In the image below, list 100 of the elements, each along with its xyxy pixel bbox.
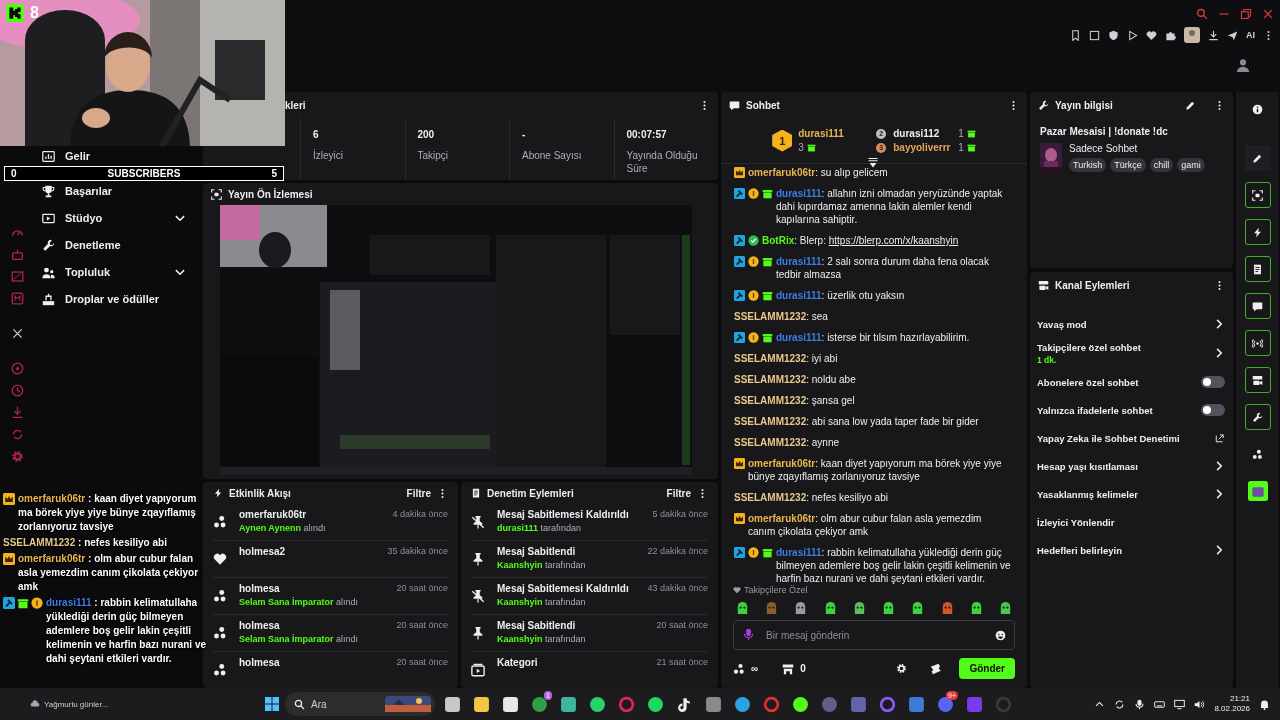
action-label[interactable]: Hesap yaşı kısıtlaması xyxy=(1037,460,1138,472)
chat-link[interactable]: https://blerp.com/x/kaanshyin xyxy=(828,235,959,246)
app-icon[interactable] xyxy=(647,695,664,713)
event-title: Mesaj Sabitlendi xyxy=(497,619,577,633)
nav-icon[interactable] xyxy=(10,384,24,397)
restore-icon[interactable] xyxy=(1240,8,1252,20)
nav-icon[interactable] xyxy=(10,248,24,261)
settings-icon[interactable] xyxy=(896,663,908,674)
app-icon[interactable] xyxy=(502,695,519,713)
avatar-icon[interactable] xyxy=(1184,27,1200,43)
close-icon[interactable] xyxy=(1262,8,1274,20)
bell-icon[interactable] xyxy=(1259,698,1270,710)
nav-icon[interactable] xyxy=(10,428,24,441)
chat-message: omerfaruk06tr : olm abur cubur falan asla yemezdim canım çikolata çekiyor amk xyxy=(18,552,200,594)
event-time: 20 saat önce xyxy=(396,656,448,669)
nav-item[interactable]: Denetleme xyxy=(38,236,190,254)
panel-title: Yayın Ön İzlemesi xyxy=(228,188,314,200)
action-label[interactable]: İzleyici Yönlendir xyxy=(1037,516,1115,528)
nav-item[interactable]: Gelir xyxy=(38,147,190,165)
edit-icon[interactable] xyxy=(1185,99,1196,111)
heart-icon[interactable] xyxy=(1146,29,1157,41)
toggle-switch[interactable] xyxy=(1201,404,1225,416)
stat-label: Abone Sayısı xyxy=(522,149,583,162)
send-icon[interactable] xyxy=(1227,29,1238,41)
sync-icon[interactable] xyxy=(1114,698,1126,710)
app-icon[interactable] xyxy=(560,695,577,713)
message-field[interactable]: Bir mesaj gönderin xyxy=(733,620,1015,650)
user-name: bayyoliverrr xyxy=(893,142,952,153)
rail-button[interactable] xyxy=(1244,145,1271,171)
rail-button[interactable] xyxy=(1244,182,1271,208)
search-icon[interactable] xyxy=(1196,8,1208,20)
app-icon[interactable] xyxy=(937,695,954,713)
rail-button[interactable] xyxy=(1244,293,1271,319)
unpin-icon xyxy=(471,515,485,529)
kick-logo-icon xyxy=(6,4,24,22)
action-label[interactable]: Abonelere özel sohbet xyxy=(1037,376,1139,388)
panel-title: Sohbet xyxy=(746,99,781,111)
nav-item[interactable]: Başarılar xyxy=(38,182,190,200)
toggle-switch[interactable] xyxy=(1201,376,1225,388)
nav-item[interactable]: Topluluk xyxy=(38,263,190,281)
chat-message: BotRix: Blerp: https://blerp.com/x/kaanshyin xyxy=(762,234,960,247)
nav-icon[interactable] xyxy=(10,292,24,305)
action-label[interactable]: Yasaklanmış kelimeler xyxy=(1037,488,1138,500)
action-label[interactable]: Hedefleri belirleyin xyxy=(1037,544,1122,556)
x-logo-icon[interactable] xyxy=(11,328,23,339)
dots-icon[interactable] xyxy=(733,662,745,675)
display-icon[interactable] xyxy=(1174,698,1186,710)
nav-icon[interactable] xyxy=(10,406,24,419)
rail-button[interactable] xyxy=(1244,367,1271,393)
action-label[interactable]: Yavaş mod xyxy=(1037,318,1087,330)
nav-icon[interactable] xyxy=(10,270,24,283)
app-icon[interactable] xyxy=(676,695,693,713)
square-icon[interactable] xyxy=(1089,29,1100,41)
speaker-icon[interactable] xyxy=(1194,698,1206,710)
puzzle-icon[interactable] xyxy=(1165,29,1176,41)
search-icon xyxy=(294,698,305,710)
nav-item[interactable]: Droplar ve ödüller xyxy=(38,290,190,308)
tag[interactable]: gami xyxy=(1177,158,1205,172)
clock-date[interactable]: 8.02.2026 xyxy=(1214,704,1250,714)
keyboard-icon[interactable] xyxy=(1154,698,1166,710)
chat-message: SSELAMM1232: şansa gel xyxy=(734,394,856,407)
shield-icon[interactable] xyxy=(1108,29,1119,41)
event-time: 22 dakika önce xyxy=(647,545,708,558)
app-icon[interactable] xyxy=(473,695,490,713)
action-label[interactable]: Yapay Zeka ile Sohbet Denetimi xyxy=(1037,432,1180,444)
mic-icon[interactable] xyxy=(1134,698,1146,710)
app-icon[interactable] xyxy=(734,695,751,713)
app-icon[interactable] xyxy=(444,695,461,713)
tag[interactable]: Turkish xyxy=(1069,158,1107,172)
nav-item[interactable]: Stüdyo xyxy=(38,209,190,227)
nav-icon[interactable] xyxy=(10,450,24,463)
app-icon[interactable] xyxy=(589,695,606,713)
play-icon[interactable] xyxy=(1127,29,1138,41)
bookmark-icon[interactable] xyxy=(1070,29,1081,41)
coin-badge-icon xyxy=(748,256,759,267)
clock-time[interactable]: 21:21 xyxy=(1229,694,1250,704)
filter-button[interactable]: Filtre xyxy=(666,487,691,499)
filter-button[interactable]: Filtre xyxy=(406,487,431,499)
download-icon[interactable] xyxy=(1208,29,1219,41)
tag[interactable]: chill xyxy=(1149,158,1174,172)
event-detail: Kaanshyin tarafından xyxy=(497,559,587,572)
ticket-icon[interactable] xyxy=(929,661,944,676)
rail-button[interactable] xyxy=(1244,330,1271,356)
nav-icon[interactable] xyxy=(10,362,24,375)
app-icon[interactable] xyxy=(792,695,809,713)
external-link-icon[interactable] xyxy=(1215,433,1225,443)
rail-button[interactable] xyxy=(1244,256,1271,282)
emote-icon[interactable] xyxy=(735,600,750,615)
ai-label[interactable]: AI xyxy=(1246,30,1255,40)
emoji-icon[interactable] xyxy=(995,629,1006,641)
rail-button[interactable] xyxy=(1244,219,1271,245)
action-label[interactable]: Yalnızca ifadelerle sohbet xyxy=(1037,404,1153,416)
store-icon[interactable] xyxy=(782,662,795,675)
start-icon[interactable] xyxy=(264,696,280,712)
tag[interactable]: Türkçe xyxy=(1110,158,1146,172)
scroll-down-icon[interactable] xyxy=(867,157,879,169)
avatar-icon[interactable] xyxy=(1236,58,1250,72)
send-button[interactable]: Gönder xyxy=(959,658,1015,679)
rail-button[interactable] xyxy=(1244,404,1271,430)
action-label[interactable]: Takipçilere özel sohbet xyxy=(1037,341,1141,353)
